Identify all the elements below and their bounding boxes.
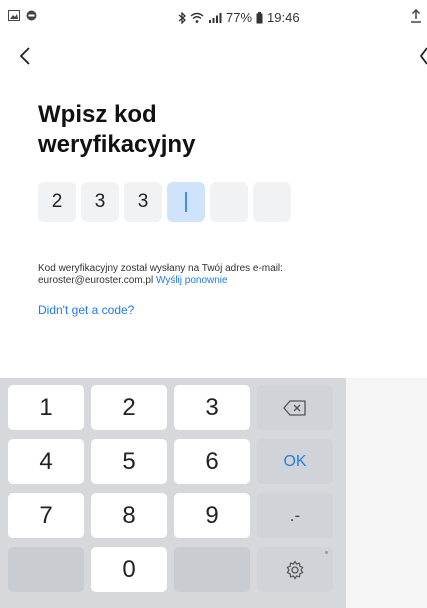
keyboard-keys-area: 1 2 3 4 5 6 OK 7 8 9 .- 0 xyxy=(0,378,346,608)
backspace-key[interactable] xyxy=(257,385,333,430)
key-2[interactable]: 2 xyxy=(91,385,167,430)
ok-key[interactable]: OK xyxy=(257,439,333,484)
key-9[interactable]: 9 xyxy=(174,493,250,538)
key-6[interactable]: 6 xyxy=(174,439,250,484)
symbols-key[interactable]: .- xyxy=(257,493,333,538)
key-0[interactable]: 0 xyxy=(91,547,167,592)
verification-code-input[interactable]: 2 3 3 xyxy=(38,182,291,222)
empty-key xyxy=(174,547,250,592)
back-button[interactable] xyxy=(14,44,38,68)
key-1[interactable]: 1 xyxy=(8,385,84,430)
backspace-icon xyxy=(283,399,306,416)
settings-indicator-dot xyxy=(325,551,328,554)
resend-link[interactable]: Wyślij ponownie xyxy=(156,275,228,286)
key-7[interactable]: 7 xyxy=(8,493,84,538)
status-bar: 77% 19:46 xyxy=(0,0,427,40)
key-5[interactable]: 5 xyxy=(91,439,167,484)
gear-icon xyxy=(286,559,304,580)
bluetooth-icon xyxy=(178,11,186,24)
gallery-notification-icon xyxy=(8,10,20,21)
clock-time: 19:46 xyxy=(267,10,300,25)
key-4[interactable]: 4 xyxy=(8,439,84,484)
key-3[interactable]: 3 xyxy=(174,385,250,430)
code-digit-box[interactable]: 3 xyxy=(81,182,119,222)
status-right-icons: 77% 19:46 xyxy=(178,10,300,25)
code-digit-box[interactable]: 3 xyxy=(124,182,162,222)
dnd-notification-icon xyxy=(26,10,37,21)
verification-info: Kod weryfikacyjny został wysłany na Twój… xyxy=(38,263,303,287)
code-digit-box[interactable] xyxy=(210,182,248,222)
numeric-keyboard: 1 2 3 4 5 6 OK 7 8 9 .- 0 xyxy=(0,378,427,608)
battery-percent: 77% xyxy=(226,10,253,25)
text-cursor xyxy=(185,192,187,212)
no-code-link[interactable]: Didn't get a code? xyxy=(38,303,134,317)
empty-key xyxy=(8,547,84,592)
page-title: Wpisz kod weryfikacyjny xyxy=(38,101,196,158)
keyboard-settings-key[interactable] xyxy=(257,547,333,592)
signal-icon xyxy=(209,13,222,23)
upload-icon xyxy=(411,9,421,23)
wifi-icon xyxy=(190,12,204,23)
battery-icon xyxy=(256,11,263,23)
code-digit-box[interactable]: 2 xyxy=(38,182,76,222)
code-digit-box[interactable] xyxy=(253,182,291,222)
status-left-icons xyxy=(8,10,37,21)
back-arrow-peek-icon xyxy=(419,47,427,65)
code-digit-box-active[interactable] xyxy=(167,182,205,222)
key-8[interactable]: 8 xyxy=(91,493,167,538)
